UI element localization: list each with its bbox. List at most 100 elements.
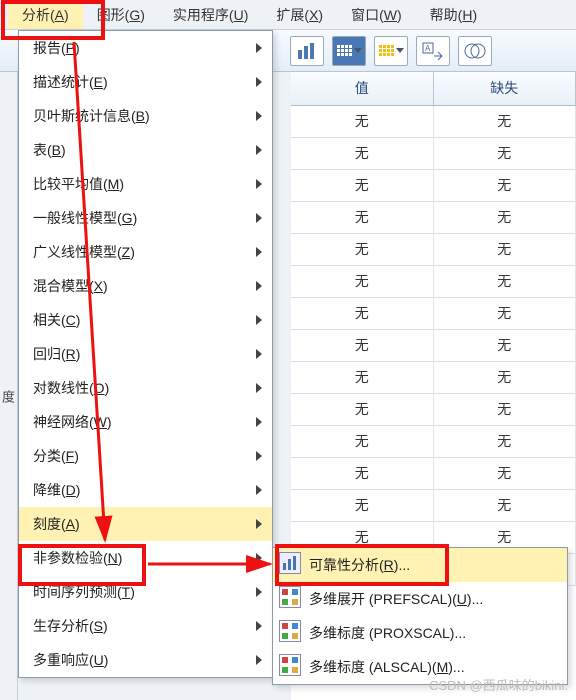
submenu-arrow-icon xyxy=(256,349,262,359)
toolbar-venn-icon[interactable] xyxy=(458,36,492,66)
table-cell: 无 xyxy=(434,490,576,521)
menubar-item-x[interactable]: 扩展(X) xyxy=(262,0,337,29)
submenu-arrow-icon xyxy=(256,281,262,291)
submenu-arrow-icon xyxy=(256,77,262,87)
table-cell: 无 xyxy=(434,426,576,457)
submenu-arrow-icon xyxy=(256,145,262,155)
submenu-arrow-icon xyxy=(256,417,262,427)
table-row[interactable]: 无无 xyxy=(291,330,576,362)
submenu-arrow-icon xyxy=(256,315,262,325)
table-row[interactable]: 无无 xyxy=(291,138,576,170)
menubar-item-a[interactable]: 分析(A) xyxy=(8,0,83,29)
table-row[interactable]: 无无 xyxy=(291,458,576,490)
column-header[interactable]: 缺失 xyxy=(434,72,576,105)
menu-item[interactable]: 一般线性模型(G) xyxy=(19,201,272,235)
submenu-arrow-icon xyxy=(256,213,262,223)
table-cell: 无 xyxy=(434,234,576,265)
menu-item[interactable]: 多重响应(U) xyxy=(19,643,272,677)
table-row[interactable]: 无无 xyxy=(291,298,576,330)
table-cell: 无 xyxy=(434,298,576,329)
menu-item[interactable]: 混合模型(X) xyxy=(19,269,272,303)
menubar-item-h[interactable]: 帮助(H) xyxy=(416,0,491,29)
table-header: 值缺失 xyxy=(291,72,576,106)
table-cell: 无 xyxy=(434,330,576,361)
table-row[interactable]: 无无 xyxy=(291,490,576,522)
menu-item[interactable]: 贝叶斯统计信息(B) xyxy=(19,99,272,133)
table-row[interactable]: 无无 xyxy=(291,106,576,138)
submenu-item[interactable]: 可靠性分析(R)... xyxy=(273,548,567,582)
table-cell: 无 xyxy=(434,138,576,169)
table-row[interactable]: 无无 xyxy=(291,426,576,458)
menu-item[interactable]: 时间序列预测(T) xyxy=(19,575,272,609)
table-row[interactable]: 无无 xyxy=(291,202,576,234)
menu-item[interactable]: 刻度(A) xyxy=(19,507,272,541)
submenu-item-label: 多维展开 (PREFSCAL)(U)... xyxy=(309,591,483,607)
submenu-arrow-icon xyxy=(256,179,262,189)
submenu-arrow-icon xyxy=(256,111,262,121)
table-cell: 无 xyxy=(434,362,576,393)
submenu-arrow-icon xyxy=(256,587,262,597)
toolbar-chart-icon[interactable] xyxy=(290,36,324,66)
scale-submenu: 可靠性分析(R)... 多维展开 (PREFSCAL)(U)... 多维标度 (PR… xyxy=(272,547,568,685)
table-cell: 无 xyxy=(434,394,576,425)
table-row[interactable]: 无无 xyxy=(291,234,576,266)
table-cell: 无 xyxy=(291,170,434,201)
menu-item[interactable]: 对数线性(O) xyxy=(19,371,272,405)
menu-item[interactable]: 广义线性模型(Z) xyxy=(19,235,272,269)
submenu-arrow-icon xyxy=(256,451,262,461)
table-cell: 无 xyxy=(291,138,434,169)
menu-item[interactable]: 回归(R) xyxy=(19,337,272,371)
submenu-item[interactable]: 多维展开 (PREFSCAL)(U)... xyxy=(273,582,567,616)
table-row[interactable]: 无无 xyxy=(291,170,576,202)
submenu-arrow-icon xyxy=(256,247,262,257)
table-cell: 无 xyxy=(291,490,434,521)
table-row[interactable]: 无无 xyxy=(291,266,576,298)
submenu-item-label: 多维标度 (PROXSCAL)... xyxy=(309,625,466,641)
table-cell: 无 xyxy=(434,202,576,233)
table-cell: 无 xyxy=(434,106,576,137)
table-body: 无无无无无无无无无无无无无无无无无无无无无无无无无无无无无无 xyxy=(291,106,576,586)
menu-item[interactable]: 生存分析(S) xyxy=(19,609,272,643)
submenu-item[interactable]: 多维标度 (PROXSCAL)... xyxy=(273,616,567,650)
table-cell: 无 xyxy=(291,394,434,425)
submenu-item[interactable]: 多维标度 (ALSCAL)(M)... xyxy=(273,650,567,684)
menubar-item-w[interactable]: 窗口(W) xyxy=(337,0,416,29)
toolbar-grid-yellow-icon[interactable] xyxy=(374,36,408,66)
menu-item[interactable]: 分类(F) xyxy=(19,439,272,473)
submenu-arrow-icon xyxy=(256,43,262,53)
column-header[interactable]: 值 xyxy=(291,72,434,105)
menu-item[interactable]: 神经网络(W) xyxy=(19,405,272,439)
table-cell: 无 xyxy=(291,298,434,329)
menu-item[interactable]: 表(B) xyxy=(19,133,272,167)
table-cell: 无 xyxy=(434,266,576,297)
submenu-arrow-icon xyxy=(256,519,262,529)
table-cell: 无 xyxy=(291,458,434,489)
submenu-arrow-icon xyxy=(256,553,262,563)
grid-icon xyxy=(279,654,301,676)
grid-icon xyxy=(279,586,301,608)
table-cell: 无 xyxy=(434,170,576,201)
bar-icon xyxy=(279,552,301,574)
table-row[interactable]: 无无 xyxy=(291,362,576,394)
submenu-arrow-icon xyxy=(256,621,262,631)
menubar: 分析(A)图形(G)实用程序(U)扩展(X)窗口(W)帮助(H) xyxy=(0,0,576,30)
menubar-item-g[interactable]: 图形(G) xyxy=(83,0,159,29)
menu-item[interactable]: 报告(P) xyxy=(19,31,272,65)
left-gutter: 度 xyxy=(0,72,18,700)
table-cell: 无 xyxy=(291,330,434,361)
submenu-arrow-icon xyxy=(256,655,262,665)
menubar-item-u[interactable]: 实用程序(U) xyxy=(159,0,262,29)
submenu-item-label: 多维标度 (ALSCAL)(M)... xyxy=(309,659,465,675)
menu-item[interactable]: 降维(D) xyxy=(19,473,272,507)
menu-item[interactable]: 相关(C) xyxy=(19,303,272,337)
menu-item[interactable]: 描述统计(E) xyxy=(19,65,272,99)
table-cell: 无 xyxy=(291,106,434,137)
table-cell: 无 xyxy=(291,362,434,393)
toolbar-grid-blue-icon[interactable] xyxy=(332,36,366,66)
submenu-arrow-icon xyxy=(256,383,262,393)
svg-text:A: A xyxy=(425,44,431,53)
menu-item[interactable]: 非参数检验(N) xyxy=(19,541,272,575)
table-row[interactable]: 无无 xyxy=(291,394,576,426)
menu-item[interactable]: 比较平均值(M) xyxy=(19,167,272,201)
toolbar-varlabel-icon[interactable]: A xyxy=(416,36,450,66)
